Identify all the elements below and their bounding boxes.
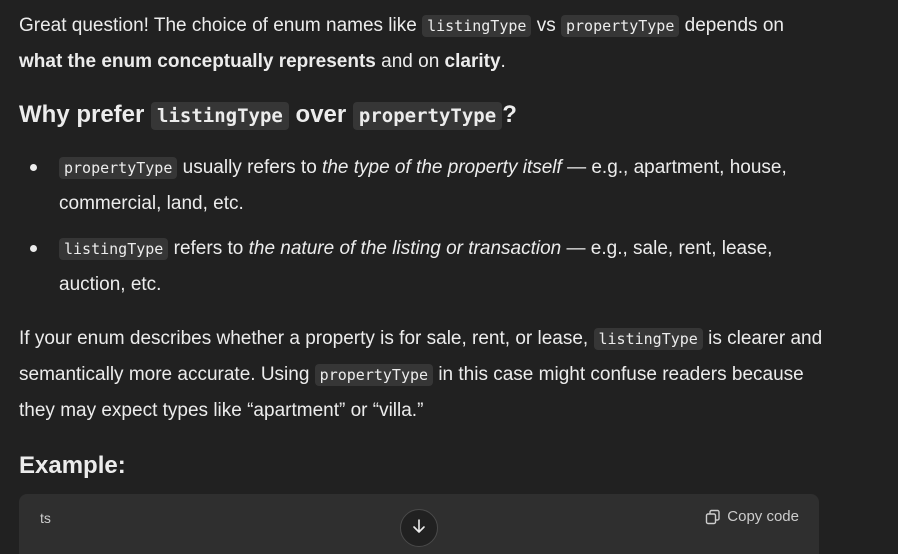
heading-text: over bbox=[288, 101, 353, 128]
list-item: propertyType usually refers to the type … bbox=[19, 150, 819, 222]
intro-text: and on bbox=[375, 51, 445, 72]
italic-text: the type of the property itself bbox=[322, 157, 562, 178]
bold-text: what the enum conceptually represents bbox=[19, 51, 376, 72]
explanation-paragraph: If your enum describes whether a propert… bbox=[19, 321, 829, 429]
intro-text: depends on bbox=[679, 15, 784, 36]
inline-code: listingType bbox=[593, 328, 703, 350]
inline-code: listingType bbox=[59, 238, 169, 260]
arrow-down-icon bbox=[411, 518, 427, 539]
intro-text: vs bbox=[531, 15, 561, 36]
intro-paragraph: Great question! The choice of enum names… bbox=[19, 8, 829, 80]
bold-text: clarity bbox=[444, 51, 501, 72]
copy-icon bbox=[705, 509, 721, 525]
why-heading: Why prefer listingType over propertyType… bbox=[19, 101, 517, 130]
heading-text: Why prefer bbox=[19, 101, 152, 128]
bullet-list: propertyType usually refers to the type … bbox=[19, 150, 819, 303]
bullet-dot bbox=[30, 164, 37, 171]
italic-text: the nature of the listing or transaction bbox=[248, 238, 562, 259]
inline-code: listingType bbox=[422, 15, 532, 37]
inline-code: propertyType bbox=[59, 157, 178, 179]
list-item: listingType refers to the nature of the … bbox=[19, 231, 819, 303]
inline-code: propertyType bbox=[352, 102, 503, 130]
heading-text: ? bbox=[502, 101, 517, 128]
inline-code: propertyType bbox=[314, 364, 434, 386]
copy-code-label: Copy code bbox=[727, 508, 799, 525]
list-text: refers to bbox=[168, 238, 249, 259]
paragraph-text: If your enum describes whether a propert… bbox=[19, 328, 594, 349]
example-heading: Example: bbox=[19, 452, 126, 479]
copy-code-button[interactable]: Copy code bbox=[705, 508, 799, 525]
intro-text: Great question! The choice of enum names… bbox=[19, 15, 423, 36]
inline-code: propertyType bbox=[561, 15, 680, 37]
bullet-dot bbox=[30, 245, 37, 252]
code-language-label: ts bbox=[40, 510, 51, 526]
scroll-to-bottom-button[interactable] bbox=[400, 509, 438, 547]
inline-code: listingType bbox=[151, 102, 289, 130]
list-text: usually refers to bbox=[177, 157, 323, 178]
intro-text: . bbox=[500, 51, 506, 72]
